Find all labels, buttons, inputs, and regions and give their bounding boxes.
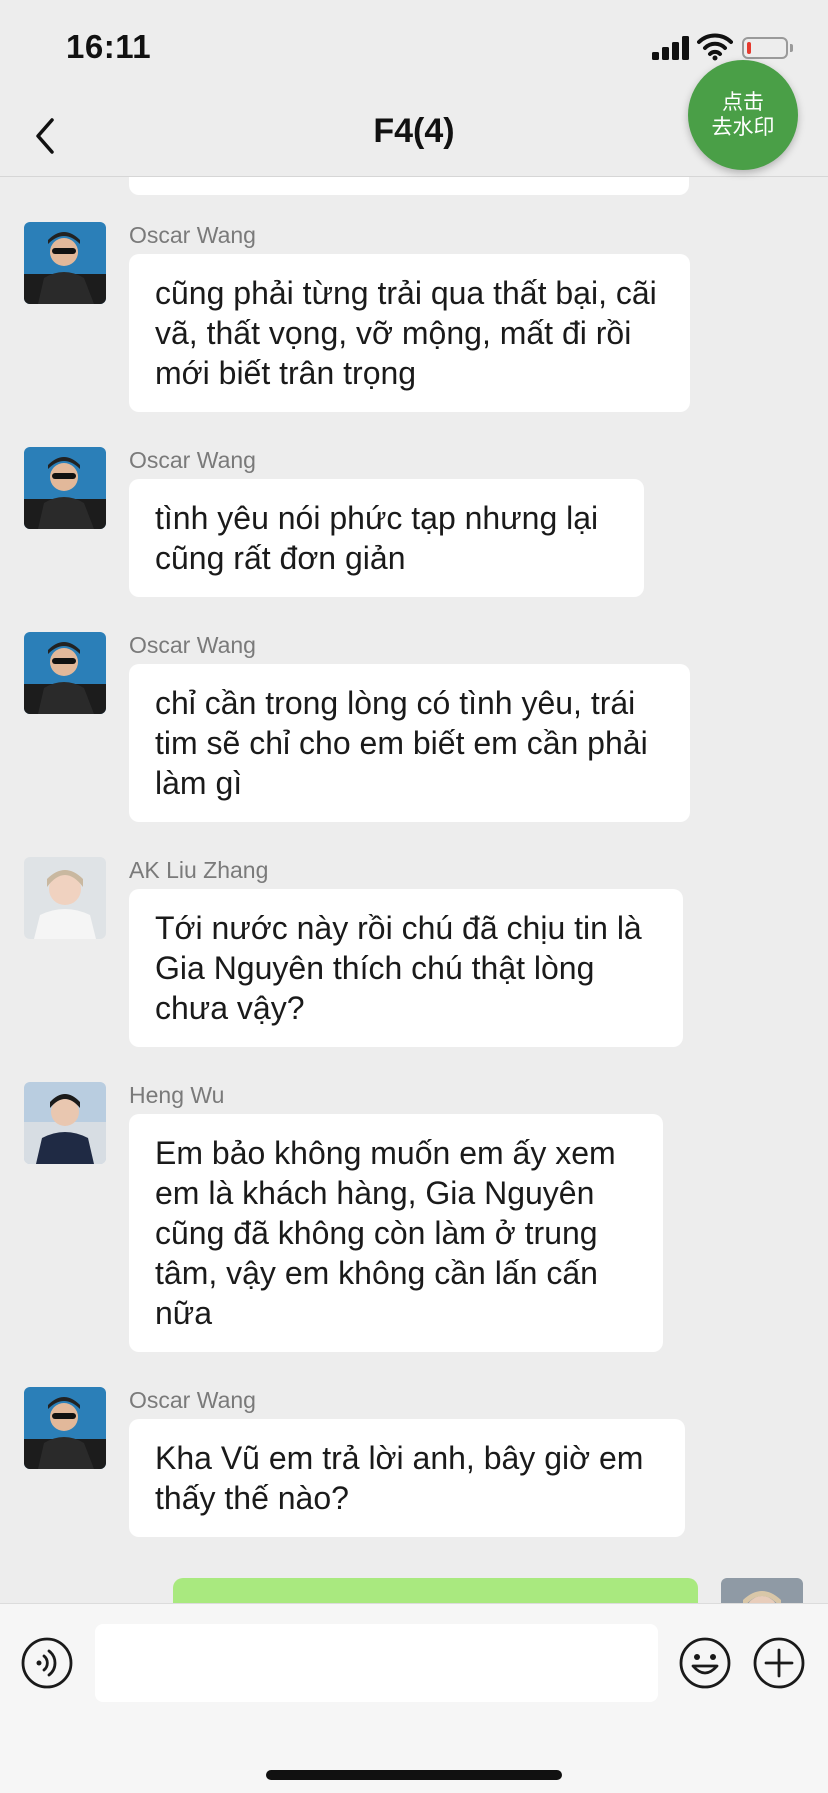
my-avatar[interactable]	[721, 1578, 803, 1603]
avatar[interactable]	[24, 857, 106, 939]
sender-name: Oscar Wang	[129, 222, 256, 248]
message-bubble[interactable]: cũng phải từng trải qua thất bại, cãi vã…	[129, 254, 690, 412]
message-bubble[interactable]: Tới nước này rồi chú đã chịu tin là Gia …	[129, 889, 683, 1047]
wifi-icon	[697, 33, 733, 61]
message-bubble[interactable]: Em bảo không muốn em ấy xem em là khách …	[129, 1114, 663, 1352]
watermark-button-line1: 点击	[722, 91, 764, 114]
avatar[interactable]	[24, 1082, 106, 1164]
avatar[interactable]	[24, 222, 106, 304]
chat-message-list[interactable]: Oscar Wang cũng phải từng trải qua thất …	[0, 177, 828, 1603]
outgoing-message-bubble[interactable]	[173, 1578, 698, 1603]
message-bubble[interactable]: chỉ cần trong lòng có tình yêu, trái tim…	[129, 664, 690, 822]
partial-message-bubble	[129, 177, 689, 195]
emoji-icon[interactable]	[678, 1636, 732, 1690]
sender-name: Oscar Wang	[129, 1387, 256, 1413]
sender-name: AK Liu Zhang	[129, 857, 269, 883]
avatar[interactable]	[24, 632, 106, 714]
sender-name: Heng Wu	[129, 1082, 225, 1108]
avatar[interactable]	[24, 447, 106, 529]
status-time: 16:11	[66, 28, 152, 65]
message-input[interactable]	[95, 1624, 658, 1702]
avatar[interactable]	[24, 1387, 106, 1469]
remove-watermark-button[interactable]: 点击 去水印	[688, 60, 798, 170]
sender-name: Oscar Wang	[129, 632, 256, 658]
plus-icon[interactable]	[752, 1636, 806, 1690]
sender-name: Oscar Wang	[129, 447, 256, 473]
watermark-button-line2: 去水印	[711, 116, 775, 139]
cellular-signal-icon	[652, 36, 690, 60]
voice-icon[interactable]	[20, 1636, 74, 1690]
message-bubble[interactable]: Kha Vũ em trả lời anh, bây giờ em thấy t…	[129, 1419, 685, 1537]
message-bubble[interactable]: tình yêu nói phức tạp nhưng lại cũng rất…	[129, 479, 644, 597]
home-indicator	[266, 1770, 562, 1780]
input-bar	[0, 1603, 828, 1793]
battery-icon	[742, 37, 788, 59]
battery-tip	[790, 44, 793, 52]
